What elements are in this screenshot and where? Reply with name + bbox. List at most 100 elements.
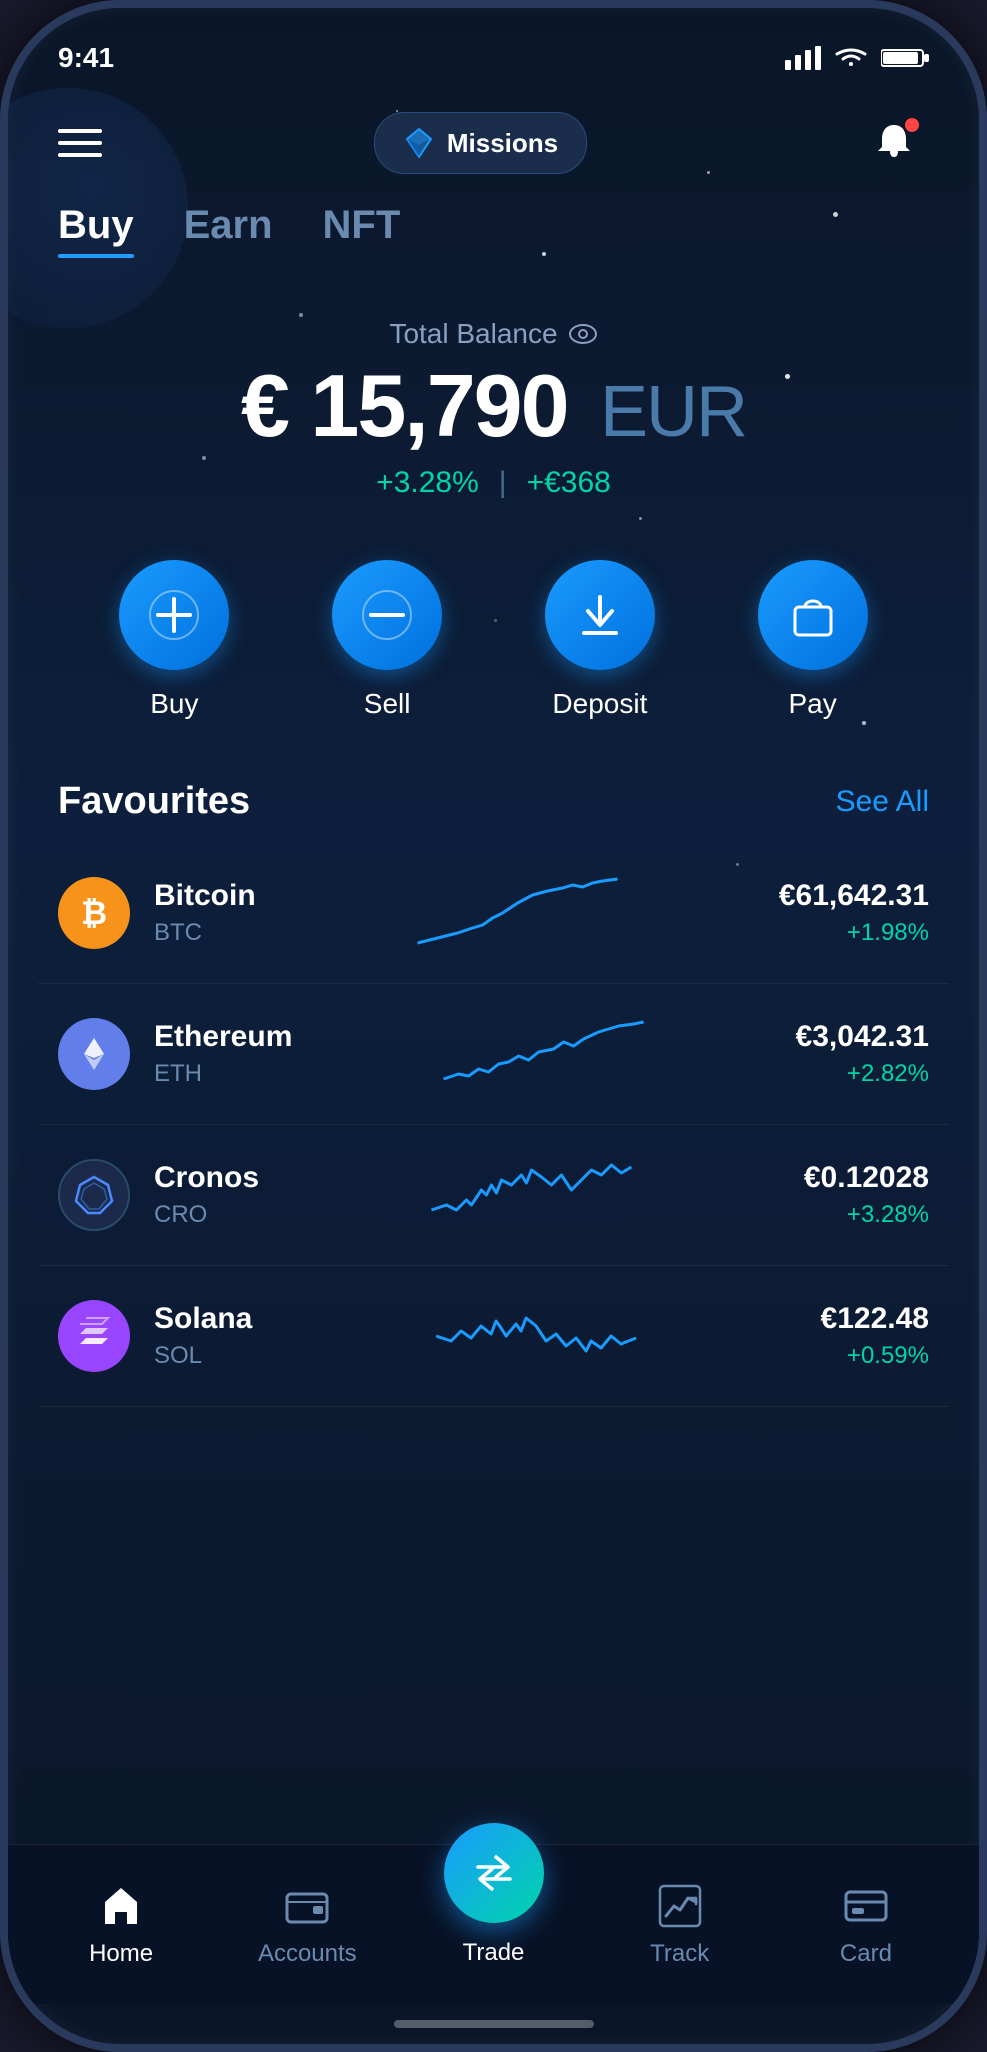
- balance-amount: € 15,790 EUR: [58, 362, 929, 450]
- minus-circle-icon: [361, 589, 413, 641]
- sol-logo: [58, 1300, 130, 1372]
- download-icon: [574, 589, 626, 641]
- btc-change: +1.98%: [779, 919, 929, 947]
- trade-arrows-icon: [468, 1847, 520, 1899]
- nav-card[interactable]: Card: [773, 1882, 959, 1968]
- balance-change: +3.28% | +€368: [58, 466, 929, 500]
- tab-buy[interactable]: Buy: [58, 203, 134, 258]
- cro-name: Cronos: [154, 1161, 259, 1195]
- status-icons: [785, 46, 929, 70]
- status-time: 9:41: [58, 42, 114, 74]
- btc-logo: ₿: [58, 877, 130, 949]
- nav-home-label: Home: [89, 1940, 153, 1968]
- sol-name: Solana: [154, 1302, 252, 1336]
- eth-price: €3,042.31: [796, 1020, 929, 1054]
- nav-card-label: Card: [840, 1940, 892, 1968]
- sol-symbol: SOL: [154, 1342, 252, 1370]
- battery-icon: [881, 46, 929, 70]
- buy-action-button[interactable]: Buy: [119, 560, 229, 720]
- coin-item-cro[interactable]: Cronos CRO €0.12028 +3.28%: [38, 1125, 949, 1266]
- sol-change: +0.59%: [821, 1342, 929, 1370]
- buy-circle: [119, 560, 229, 670]
- deposit-circle: [545, 560, 655, 670]
- card-icon: [842, 1882, 890, 1930]
- notification-dot: [903, 116, 921, 134]
- sell-label: Sell: [364, 688, 411, 720]
- sol-price-info: €122.48 +0.59%: [821, 1302, 929, 1370]
- cro-logo: [58, 1159, 130, 1231]
- sol-price: €122.48: [821, 1302, 929, 1336]
- coin-item-sol[interactable]: Solana SOL €122.48 +0.59%: [38, 1266, 949, 1407]
- plus-icon: [148, 589, 200, 641]
- btc-price: €61,642.31: [779, 879, 929, 913]
- eth-info: Ethereum ETH: [154, 1020, 292, 1088]
- cro-change: +3.28%: [804, 1201, 929, 1229]
- tab-nft[interactable]: NFT: [323, 203, 401, 258]
- cro-info: Cronos CRO: [154, 1161, 259, 1229]
- nav-track[interactable]: Track: [587, 1882, 773, 1968]
- favourites-header: Favourites See All: [8, 760, 979, 843]
- home-icon: [97, 1882, 145, 1930]
- btc-info: Bitcoin BTC: [154, 879, 256, 947]
- change-abs: +€368: [527, 466, 611, 500]
- tab-earn[interactable]: Earn: [184, 203, 273, 258]
- btc-price-info: €61,642.31 +1.98%: [779, 879, 929, 947]
- signal-icon: [785, 46, 821, 70]
- cro-symbol: CRO: [154, 1201, 259, 1229]
- missions-button[interactable]: Missions: [374, 112, 587, 174]
- eye-icon: [568, 324, 598, 344]
- pay-label: Pay: [789, 688, 837, 720]
- pay-action-button[interactable]: Pay: [758, 560, 868, 720]
- pay-circle: [758, 560, 868, 670]
- eth-price-info: €3,042.31 +2.82%: [796, 1020, 929, 1088]
- change-pct: +3.28%: [376, 466, 479, 500]
- trade-fab-button[interactable]: [444, 1823, 544, 1923]
- cro-chart: [279, 1155, 784, 1235]
- eth-symbol: ETH: [154, 1060, 292, 1088]
- btc-chart: [276, 873, 759, 953]
- cro-price-info: €0.12028 +3.28%: [804, 1161, 929, 1229]
- app-header: Missions: [8, 88, 979, 193]
- wifi-icon: [833, 46, 869, 70]
- sell-circle: [332, 560, 442, 670]
- btc-name: Bitcoin: [154, 879, 256, 913]
- sell-action-button[interactable]: Sell: [332, 560, 442, 720]
- eth-change: +2.82%: [796, 1060, 929, 1088]
- track-icon: [656, 1882, 704, 1930]
- eth-chart: [312, 1014, 775, 1094]
- coin-item-eth[interactable]: Ethereum ETH €3,042.31 +2.82%: [38, 984, 949, 1125]
- sol-info: Solana SOL: [154, 1302, 252, 1370]
- menu-button[interactable]: [58, 129, 102, 157]
- favourites-title: Favourites: [58, 780, 250, 823]
- status-bar: 9:41: [8, 8, 979, 88]
- missions-label: Missions: [447, 128, 558, 159]
- sol-chart: [272, 1296, 800, 1376]
- main-tabs: Buy Earn NFT: [8, 193, 979, 278]
- coin-item-btc[interactable]: ₿ Bitcoin BTC €61,642.31 +1.98%: [38, 843, 949, 984]
- bag-icon: [787, 589, 839, 641]
- nav-accounts[interactable]: Accounts: [214, 1882, 400, 1968]
- see-all-button[interactable]: See All: [836, 785, 929, 819]
- balance-label: Total Balance: [58, 318, 929, 350]
- nav-accounts-label: Accounts: [258, 1940, 357, 1968]
- buy-label: Buy: [150, 688, 198, 720]
- cro-price: €0.12028: [804, 1161, 929, 1195]
- coin-list: ₿ Bitcoin BTC €61,642.31 +1.98%: [8, 843, 979, 1844]
- btc-symbol: BTC: [154, 919, 256, 947]
- wallet-icon: [283, 1882, 331, 1930]
- balance-section: Total Balance € 15,790 EUR +3.28% | +€36…: [8, 278, 979, 530]
- action-buttons: Buy Sell: [8, 530, 979, 760]
- deposit-label: Deposit: [552, 688, 647, 720]
- bottom-navigation: Home Accounts: [8, 1844, 979, 2004]
- nav-track-label: Track: [650, 1940, 709, 1968]
- eth-logo: [58, 1018, 130, 1090]
- nav-trade-label: Trade: [463, 1939, 525, 1967]
- phone-frame: 9:41: [0, 0, 987, 2052]
- nav-trade: Trade: [400, 1883, 586, 1967]
- home-indicator: [8, 2004, 979, 2044]
- home-bar: [394, 2020, 594, 2028]
- notifications-button[interactable]: [859, 108, 929, 178]
- nav-home[interactable]: Home: [28, 1882, 214, 1968]
- diamond-icon: [403, 127, 435, 159]
- deposit-action-button[interactable]: Deposit: [545, 560, 655, 720]
